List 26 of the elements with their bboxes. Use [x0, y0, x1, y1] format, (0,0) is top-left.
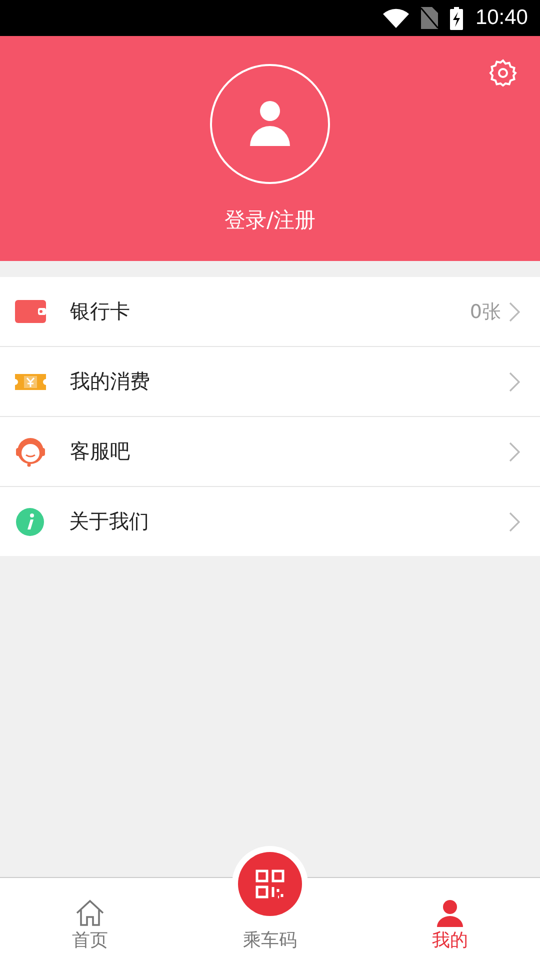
menu-label: 关于我们 — [69, 508, 150, 535]
home-icon — [75, 898, 105, 928]
qr-code-icon — [255, 869, 285, 899]
tab[interactable]: 乘车码 — [180, 878, 360, 960]
battery-icon — [450, 6, 464, 30]
headset-icon — [15, 436, 46, 467]
qr-code-button[interactable] — [238, 852, 302, 916]
chevron-icon — [509, 302, 520, 322]
chevron-icon — [509, 372, 520, 392]
wallet-icon — [15, 300, 46, 323]
chevron-icon — [509, 512, 520, 532]
person-icon — [249, 101, 291, 147]
menu-label: 银行卡 — [70, 298, 131, 325]
info-icon — [15, 506, 45, 536]
settings-icon[interactable] — [488, 58, 518, 88]
no-sim-icon — [421, 7, 438, 29]
avatar[interactable] — [210, 64, 330, 184]
tab[interactable]: 我的 — [360, 878, 540, 960]
menu-label: 客服吧 — [70, 438, 131, 465]
menu-label: 我的消费 — [70, 368, 151, 395]
chevron-icon — [509, 442, 520, 462]
clock-time: 10:40 — [475, 6, 528, 30]
wifi-icon — [383, 8, 410, 28]
tab[interactable]: 首页 — [0, 878, 180, 960]
person-icon — [436, 898, 464, 928]
menu-value: 0张 — [470, 300, 501, 324]
